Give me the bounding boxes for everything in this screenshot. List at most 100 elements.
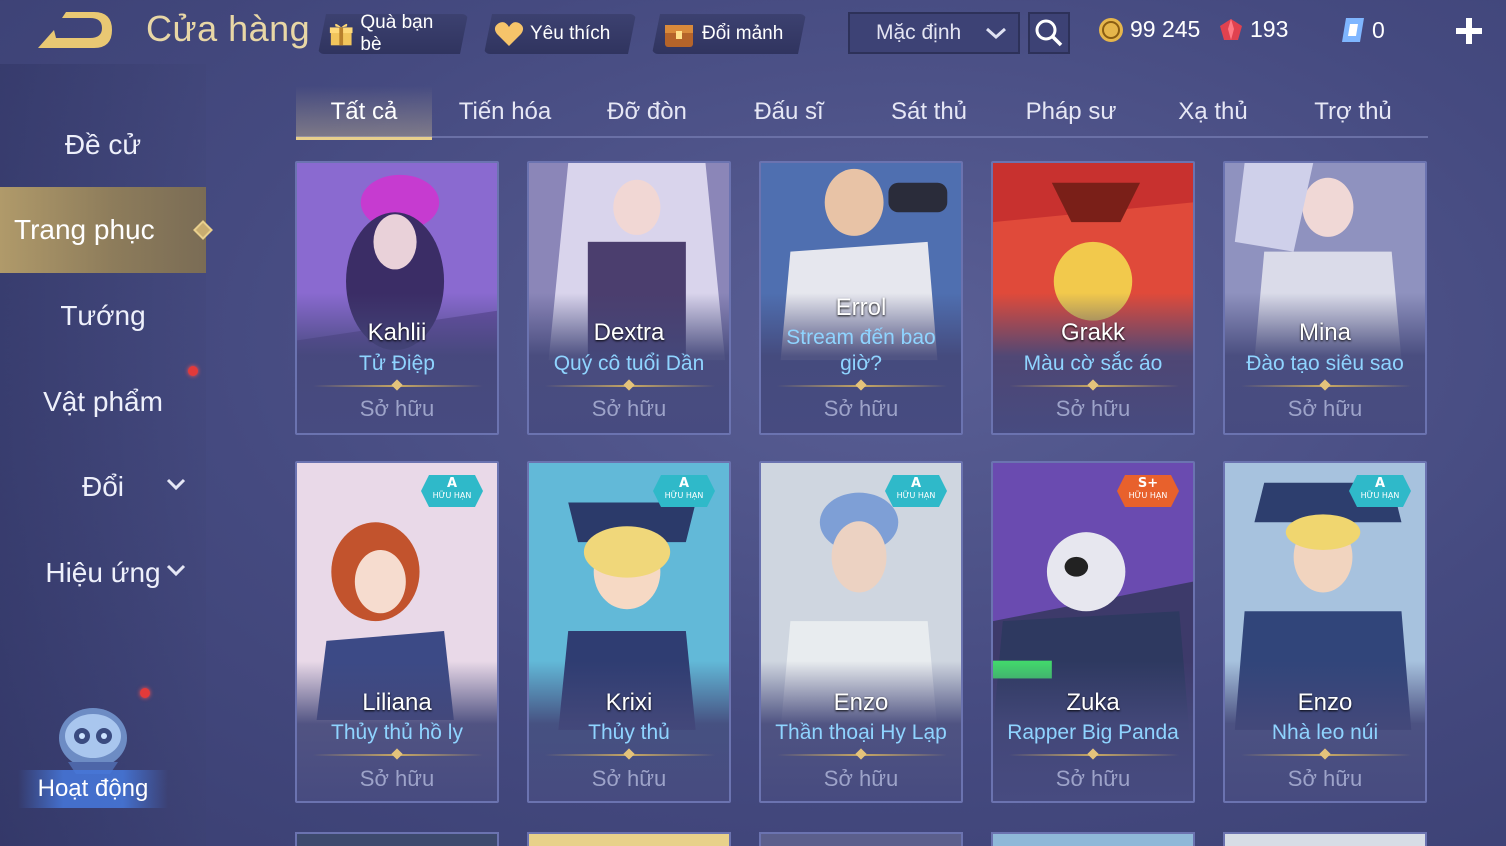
page-title: Cửa hàng <box>146 8 311 49</box>
sidebar-item-effects[interactable]: Hiệu ứng <box>0 530 206 616</box>
gold-amount: 99 245 <box>1130 16 1201 42</box>
sidebar-item-label: Vật phẩm <box>43 386 163 417</box>
skin-name: Màu cờ sắc áo <box>1023 352 1163 375</box>
favorites-button[interactable]: Yêu thích <box>484 14 636 54</box>
badge-grade: S+ <box>1137 476 1159 491</box>
skin-card[interactable]: S+ HỮU HẠN Zuka Rapper Big Panda Sở hữu <box>991 461 1195 803</box>
rarity-badge: A HỮU HẠN <box>421 475 483 507</box>
skin-card[interactable]: Grakk Màu cờ sắc áo Sở hữu <box>991 161 1195 435</box>
badge-grade: A <box>910 476 922 491</box>
skin-name: Nhà leo núi <box>1271 721 1379 744</box>
notification-dot <box>188 366 198 376</box>
divider <box>777 754 947 756</box>
owned-status: Sở hữu <box>1055 766 1131 791</box>
tab-label: Xạ thủ <box>1178 98 1248 125</box>
skin-card[interactable]: A HỮU HẠN Krixi Thủy thủ Sở hữu <box>527 461 731 803</box>
tab-tank[interactable]: Đỡ đòn <box>580 86 714 138</box>
skin-card[interactable]: Kahlii Tử Điệp Sở hữu <box>295 161 499 435</box>
skin-card-partial[interactable] <box>527 832 731 846</box>
skin-name: Stream đến bao giờ? <box>786 326 936 375</box>
skin-card[interactable]: Errol Stream đến bao giờ? Sở hữu <box>759 161 963 435</box>
owned-status: Sở hữu <box>359 766 435 791</box>
skin-card[interactable]: Mina Đào tạo siêu sao Sở hữu <box>1223 161 1427 435</box>
sidebar-item-heroes[interactable]: Tướng <box>0 273 206 359</box>
category-tabs: Tất cả Tiến hóa Đỡ đòn Đấu sĩ Sát thủ Ph… <box>296 86 1428 140</box>
tab-support[interactable]: Trợ thủ <box>1286 86 1420 138</box>
back-arrow-icon[interactable] <box>32 10 116 54</box>
hero-name: Krixi <box>605 689 653 716</box>
tab-assassin[interactable]: Sát thủ <box>862 86 996 138</box>
sidebar-item-label: Hiệu ứng <box>45 557 161 588</box>
sidebar-item-skins[interactable]: Trang phục <box>0 187 213 273</box>
shard-exchange-label: Đổi mảnh <box>702 23 784 44</box>
gold-counter: 99 245 <box>1098 16 1200 43</box>
rarity-badge: A HỮU HẠN <box>885 475 947 507</box>
event-robot-icon <box>59 708 127 774</box>
skin-card[interactable]: A HỮU HẠN Enzo Thần thoại Hy Lạp Sở hữu <box>759 461 963 803</box>
sidebar-item-label: Đề cử <box>64 129 142 160</box>
friend-gift-button[interactable]: Quà bạn bè <box>318 14 468 54</box>
owned-status: Sở hữu <box>591 396 667 421</box>
skin-card-partial[interactable] <box>295 832 499 846</box>
divider <box>1009 754 1179 756</box>
badge-limited: HỮU HẠN <box>664 491 704 500</box>
divider <box>313 754 483 756</box>
skin-card-partial[interactable] <box>1223 832 1427 846</box>
divider <box>1241 385 1411 387</box>
skin-card[interactable]: Dextra Quý cô tuổi Dần Sở hữu <box>527 161 731 435</box>
skin-name: Thần thoại Hy Lạp <box>775 721 947 744</box>
voucher-amount: 0 <box>1372 16 1385 43</box>
hero-name: Liliana <box>362 689 432 716</box>
sidebar-item-recommended[interactable]: Đề cử <box>0 102 206 188</box>
plus-icon[interactable] <box>1454 14 1484 48</box>
sidebar-item-label: Đổi <box>81 471 124 502</box>
shard-chest-icon <box>662 17 696 51</box>
top-bar: Cửa hàng Quà bạn bè Yêu thích Đổi mảnh M… <box>0 0 1506 64</box>
badge-grade: A <box>446 476 458 491</box>
sidebar-item-label: Trang phục <box>14 214 155 245</box>
tab-fighter[interactable]: Đấu sĩ <box>722 86 856 138</box>
sidebar-item-exchange[interactable]: Đổi <box>0 444 206 530</box>
owned-status: Sở hữu <box>823 766 899 791</box>
ruby-icon <box>1220 18 1242 40</box>
hero-name: Kahlii <box>367 319 427 346</box>
gift-icon <box>328 20 354 48</box>
tab-label: Đỡ đòn <box>607 98 687 125</box>
tab-label: Đấu sĩ <box>754 98 824 125</box>
shard-exchange-button[interactable]: Đổi mảnh <box>652 14 806 54</box>
tab-evolution[interactable]: Tiến hóa <box>438 86 572 138</box>
search-button[interactable] <box>1028 12 1070 54</box>
divider <box>313 385 483 387</box>
divider <box>777 385 947 387</box>
skin-card[interactable]: A HỮU HẠN Enzo Nhà leo núi Sở hữu <box>1223 461 1427 803</box>
skin-name: Đào tạo siêu sao <box>1246 352 1404 375</box>
tab-marksman[interactable]: Xạ thủ <box>1146 86 1280 138</box>
hero-name: Zuka <box>1066 689 1120 716</box>
friend-gift-label: Quà bạn bè <box>360 12 434 55</box>
skin-card-partial[interactable] <box>991 832 1195 846</box>
skin-name: Thủy thủ <box>588 721 670 744</box>
badge-limited: HỮU HẠN <box>432 491 472 500</box>
sidebar-item-label: Tướng <box>60 300 146 331</box>
sort-value: Mặc định <box>876 21 962 44</box>
skin-card-partial[interactable] <box>759 832 963 846</box>
hero-name: Enzo <box>833 689 889 716</box>
tab-label: Sát thủ <box>890 98 968 125</box>
skin-name: Tử Điệp <box>359 352 435 375</box>
sidebar-item-items[interactable]: Vật phẩm <box>0 359 206 445</box>
owned-status: Sở hữu <box>591 766 667 791</box>
owned-status: Sở hữu <box>1055 396 1131 421</box>
event-button[interactable]: Hoạt động <box>18 690 168 820</box>
tab-label: Tất cả <box>330 98 398 125</box>
gold-coin-icon <box>1099 17 1123 42</box>
tab-all[interactable]: Tất cả <box>296 86 432 140</box>
heart-icon <box>494 21 524 47</box>
sort-dropdown[interactable]: Mặc định <box>848 12 1020 54</box>
rarity-badge: A HỮU HẠN <box>1349 475 1411 507</box>
owned-status: Sở hữu <box>1287 396 1363 421</box>
ruby-counter: 193 <box>1218 16 1288 43</box>
hero-name: Mina <box>1298 319 1352 346</box>
tab-mage[interactable]: Pháp sư <box>1004 86 1138 138</box>
skin-card[interactable]: A HỮU HẠN Liliana Thủy thủ hồ ly Sở hữu <box>295 461 499 803</box>
badge-limited: HỮU HẠN <box>896 491 936 500</box>
